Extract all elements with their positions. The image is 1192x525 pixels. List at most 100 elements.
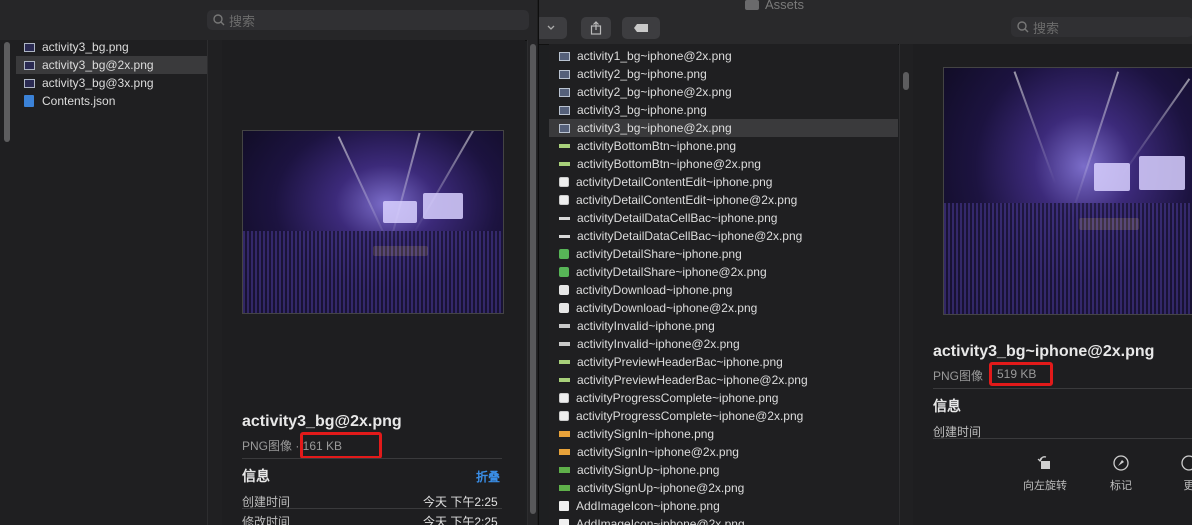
rotate-left-icon (1037, 456, 1050, 469)
right-file-row[interactable]: activityInvalid~iphone.png (549, 317, 898, 335)
search-icon (1017, 21, 1029, 33)
right-file-row[interactable]: activityPreviewHeaderBac~iphone@2x.png (549, 371, 898, 389)
right-file-row[interactable]: AddImageIcon~iphone.png (549, 497, 898, 515)
left-preview-scroll-thumb[interactable] (530, 44, 536, 514)
file-thumbnail-icon (559, 519, 569, 525)
file-thumbnail-icon (559, 195, 569, 205)
file-thumbnail-icon (559, 342, 570, 346)
file-thumbnail-icon (559, 267, 569, 277)
right-file-name: AddImageIcon~iphone.png (576, 499, 720, 513)
right-file-name: activityBottomBtn~iphone@2x.png (577, 157, 761, 171)
left-file-name: activity3_bg@3x.png (42, 76, 154, 90)
right-file-row[interactable]: activityBottomBtn~iphone.png (549, 137, 898, 155)
file-thumbnail-icon (559, 485, 570, 491)
right-file-row[interactable]: activity3_bg~iphone.png (549, 101, 898, 119)
right-file-row[interactable]: activitySignIn~iphone@2x.png (549, 443, 898, 461)
markup-button[interactable]: 标记 (1110, 455, 1132, 493)
rotate-left-button[interactable]: 向左旋转 (1023, 455, 1067, 493)
left-preview-scrollbar[interactable] (527, 40, 537, 525)
file-thumbnail-icon (559, 393, 569, 403)
right-file-name: activityDetailDataCellBac~iphone.png (577, 211, 778, 225)
right-file-row[interactable]: activityDetailDataCellBac~iphone.png (549, 209, 898, 227)
right-divider-line (933, 388, 1192, 389)
file-thumbnail-icon (559, 285, 569, 295)
right-file-name: activityPreviewHeaderBac~iphone@2x.png (577, 373, 808, 387)
right-file-row[interactable]: activityProgressComplete~iphone@2x.png (549, 407, 898, 425)
window-title-text: Assets (765, 0, 805, 12)
left-search-field[interactable]: 搜索 (207, 10, 529, 30)
left-file-row[interactable]: activity3_bg@3x.png (0, 74, 208, 92)
file-thumbnail-icon (559, 87, 570, 97)
right-file-row[interactable]: activityDetailContentEdit~iphone.png (549, 173, 898, 191)
file-thumbnail-icon (559, 216, 570, 220)
right-file-row[interactable]: activity2_bg~iphone@2x.png (549, 83, 898, 101)
more-button[interactable]: 更 (1181, 455, 1192, 493)
right-file-row[interactable]: activityDownload~iphone@2x.png (549, 299, 898, 317)
file-thumbnail-icon (559, 234, 570, 238)
gear-menu-button[interactable] (539, 17, 567, 39)
right-file-name: activityInvalid~iphone@2x.png (577, 337, 740, 351)
right-file-name: activityDetailContentEdit~iphone@2x.png (576, 193, 798, 207)
right-size-highlight-box (989, 362, 1053, 386)
file-thumbnail-icon (559, 501, 569, 511)
right-file-row[interactable]: activitySignIn~iphone.png (549, 425, 898, 443)
left-column-divider[interactable] (207, 40, 222, 525)
right-file-row[interactable]: activity3_bg~iphone@2x.png (549, 119, 898, 137)
left-collapse-link[interactable]: 折叠 (476, 468, 500, 485)
chevron-down-icon (547, 25, 555, 30)
right-file-row[interactable]: activityDownload~iphone.png (549, 281, 898, 299)
right-finder-window: Assets 搜索 activity1_bg~iphone@2x.pngacti… (538, 0, 1192, 525)
right-file-row[interactable]: activitySignUp~iphone.png (549, 461, 898, 479)
right-file-name: activityProgressComplete~iphone.png (576, 391, 779, 405)
right-file-row[interactable]: activity1_bg~iphone@2x.png (549, 47, 898, 65)
left-preview-pane: activity3_bg@2x.png PNG图像 · 161 KB 信息 折叠… (222, 40, 525, 525)
file-thumbnail-icon (559, 431, 570, 437)
left-file-row[interactable]: Contents.json (0, 92, 208, 110)
rotate-left-label: 向左旋转 (1023, 480, 1067, 492)
right-file-row[interactable]: activityPreviewHeaderBac~iphone.png (549, 353, 898, 371)
left-row-separator (242, 508, 502, 509)
right-file-row[interactable]: activityDetailDataCellBac~iphone@2x.png (549, 227, 898, 245)
folder-icon (745, 0, 759, 10)
right-file-row[interactable]: activitySignUp~iphone@2x.png (549, 479, 898, 497)
right-file-name: activity2_bg~iphone.png (577, 67, 707, 81)
left-file-row[interactable]: activity3_bg@2x.png (16, 56, 208, 74)
right-file-name: activityDetailContentEdit~iphone.png (576, 175, 773, 189)
right-file-name: activitySignUp~iphone.png (577, 463, 720, 477)
markup-label: 标记 (1110, 480, 1132, 492)
right-file-name: activity3_bg~iphone@2x.png (577, 121, 732, 135)
left-info-title: 信息 (242, 468, 270, 484)
right-file-name: activitySignUp~iphone@2x.png (577, 481, 745, 495)
file-thumbnail-icon (559, 324, 570, 328)
right-list-scroll-thumb[interactable] (903, 72, 909, 90)
left-preview-image (242, 130, 504, 314)
left-file-name: activity3_bg.png (42, 40, 129, 54)
left-file-row[interactable]: activity3_bg.png (0, 38, 208, 56)
file-thumbnail-icon (559, 123, 570, 133)
right-file-row[interactable]: activityProgressComplete~iphone.png (549, 389, 898, 407)
right-file-row[interactable]: activity2_bg~iphone.png (549, 65, 898, 83)
right-file-row[interactable]: activityDetailShare~iphone.png (549, 245, 898, 263)
right-file-row[interactable]: activityDetailShare~iphone@2x.png (549, 263, 898, 281)
right-file-row[interactable]: activityInvalid~iphone@2x.png (549, 335, 898, 353)
right-preview-file-type: PNG图像 (933, 369, 984, 383)
tag-button[interactable] (622, 17, 660, 39)
left-file-type-text: PNG图像 · (242, 439, 303, 453)
right-preview-image (943, 67, 1192, 315)
file-thumbnail-icon (559, 249, 569, 259)
right-file-row[interactable]: AddImageIcon~iphone@2x.png (549, 515, 898, 525)
left-search-placeholder: 搜索 (229, 13, 256, 29)
right-file-row[interactable]: activityBottomBtn~iphone@2x.png (549, 155, 898, 173)
markup-icon (1113, 455, 1129, 471)
right-list-scrollbar[interactable] (899, 44, 914, 525)
more-icon (1181, 455, 1192, 471)
right-file-name: activitySignIn~iphone@2x.png (577, 445, 739, 459)
left-list-scrollbar[interactable] (4, 42, 10, 142)
right-search-field[interactable]: 搜索 (1011, 17, 1192, 37)
right-file-name: activityInvalid~iphone.png (577, 319, 715, 333)
right-file-name: activityPreviewHeaderBac~iphone.png (577, 355, 783, 369)
share-button[interactable] (581, 17, 611, 39)
right-file-row[interactable]: activityDetailContentEdit~iphone@2x.png (549, 191, 898, 209)
right-file-name: activityDetailDataCellBac~iphone@2x.png (577, 229, 803, 243)
right-file-name: activityBottomBtn~iphone.png (577, 139, 737, 153)
